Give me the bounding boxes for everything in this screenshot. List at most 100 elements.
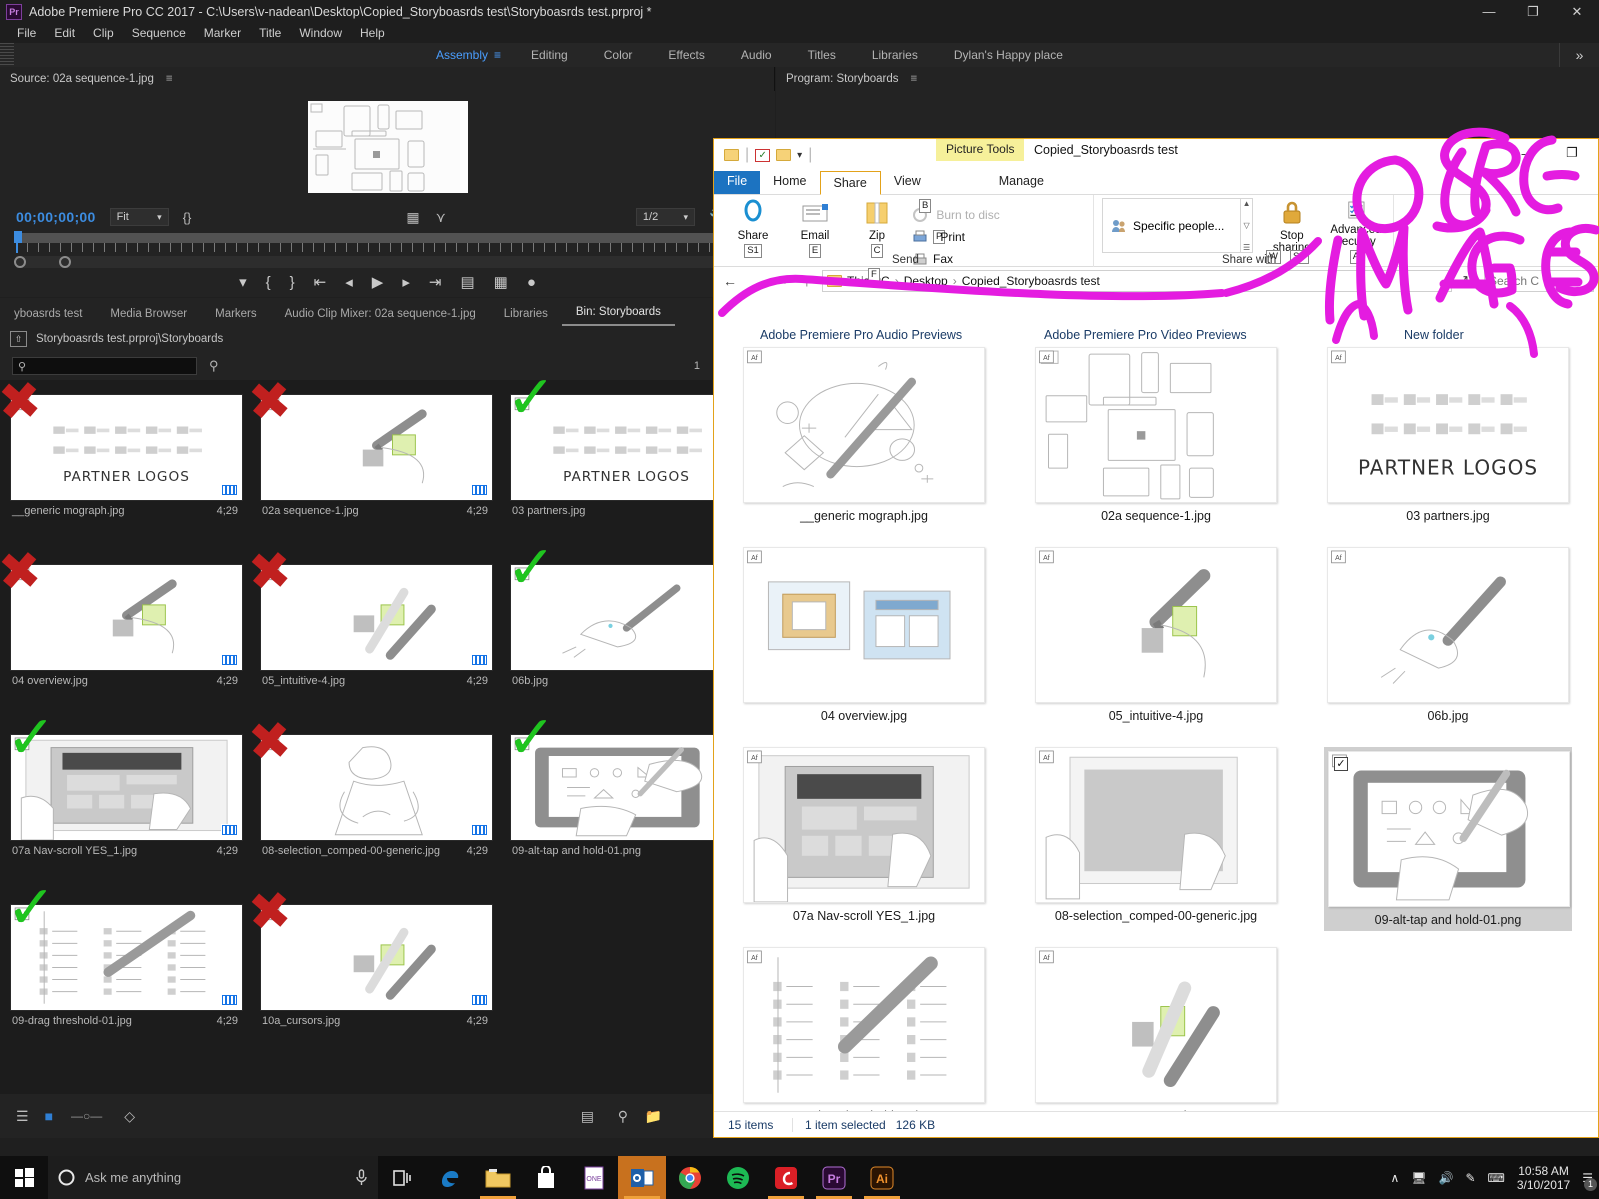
- share-with-listbox[interactable]: Specific people...: [1102, 198, 1242, 253]
- explorer-maximize-button[interactable]: ❐: [1550, 139, 1594, 167]
- task-view-icon[interactable]: [378, 1156, 426, 1199]
- tab-bin-storyboards[interactable]: Bin: Storyboards: [561, 306, 675, 326]
- share-with-scrollbar[interactable]: ▲ ▽ ☰: [1241, 198, 1253, 253]
- chrome-icon[interactable]: [666, 1156, 714, 1199]
- tab-media-browser[interactable]: Media Browser: [96, 308, 201, 326]
- mark-out-icon[interactable]: }: [290, 274, 295, 291]
- bin-thumbnail-image[interactable]: PARTNER LOGOS Af: [10, 394, 243, 501]
- tab-project[interactable]: yboasrds test: [0, 308, 96, 326]
- microphone-icon[interactable]: [355, 1169, 368, 1186]
- list-view-icon[interactable]: ☰: [16, 1108, 29, 1125]
- workspace-libraries[interactable]: Libraries: [854, 48, 936, 62]
- overwrite-icon[interactable]: ▦: [494, 273, 508, 291]
- bin-up-folder-icon[interactable]: ⇧: [10, 331, 27, 347]
- ribbon-tab-home[interactable]: Home: [760, 170, 819, 194]
- insert-icon[interactable]: ▤: [460, 273, 474, 291]
- bin-thumbnail-item[interactable]: Af 07a Nav-scroll YES_1.jpg 4;29 ✓: [6, 708, 243, 863]
- pen-icon[interactable]: ✎: [1465, 1171, 1475, 1185]
- go-to-out-icon[interactable]: ⇥: [429, 273, 442, 291]
- mark-in-icon[interactable]: {: [266, 274, 271, 291]
- explorer-file-thumbnail[interactable]: PARTNER LOGOS Af: [1327, 347, 1569, 503]
- add-marker-icon[interactable]: ▾: [239, 273, 247, 291]
- workspace-dylans-happy-place[interactable]: Dylan's Happy place: [936, 48, 1081, 62]
- new-bin-icon[interactable]: 📁: [645, 1108, 662, 1125]
- ribbon-tab-manage[interactable]: Manage: [986, 170, 1057, 194]
- onenote-icon[interactable]: ONE: [570, 1156, 618, 1199]
- keyboard-icon[interactable]: ⌨: [1488, 1171, 1505, 1185]
- email-button[interactable]: Email E: [784, 198, 846, 264]
- premiere-close-button[interactable]: ✕: [1555, 4, 1599, 20]
- bin-thumbnail-image[interactable]: Af: [10, 564, 243, 671]
- sort-icon[interactable]: ◇: [124, 1108, 135, 1125]
- explorer-file-tile[interactable]: ✓ Af 09-alt-tap and hold-01.png: [1324, 747, 1572, 931]
- bin-thumbnail-item[interactable]: Af 10a_cursors.jpg 4;29 ✖: [246, 881, 493, 1033]
- illustrator-icon[interactable]: Ai: [858, 1156, 906, 1199]
- forward-button[interactable]: →: [748, 273, 772, 289]
- explorer-file-thumbnail[interactable]: Af: [1327, 547, 1569, 703]
- back-button[interactable]: ←: [718, 273, 742, 289]
- menu-sequence[interactable]: Sequence: [123, 26, 195, 40]
- in-out-duration-icon[interactable]: {}: [183, 210, 192, 225]
- explorer-file-tile[interactable]: Af 04 overview.jpg: [740, 547, 988, 723]
- customize-qat-chevron-icon[interactable]: ▾: [797, 150, 802, 161]
- properties-icon[interactable]: ✓: [755, 148, 771, 162]
- source-panel-menu-icon[interactable]: ≡: [166, 73, 173, 85]
- explorer-file-thumbnail[interactable]: Af: [1035, 347, 1277, 503]
- explorer-file-tile[interactable]: Af 05_intuitive-4.jpg: [1032, 547, 1280, 723]
- settings-wrench-icon-left[interactable]: ⋎: [436, 209, 446, 226]
- play-icon[interactable]: ▶: [372, 273, 384, 291]
- workspace-editing[interactable]: Editing: [513, 48, 586, 62]
- scroll-up-icon[interactable]: ▲: [1243, 199, 1251, 208]
- refresh-button[interactable]: ↻: [1458, 273, 1478, 289]
- ribbon-tab-share[interactable]: Share: [819, 171, 881, 195]
- scroll-more-icon[interactable]: ☰: [1243, 243, 1250, 252]
- source-monitor-tab[interactable]: Source: 02a sequence-1.jpg: [10, 73, 154, 85]
- bin-thumbnail-item[interactable]: Af 09-drag threshold-01.jpg 4;29 ✓: [6, 878, 243, 1033]
- tab-markers[interactable]: Markers: [201, 308, 271, 326]
- up-button[interactable]: ↑: [798, 273, 816, 289]
- bin-filter-icon[interactable]: ⚲: [209, 358, 219, 374]
- explorer-file-tile[interactable]: Af __generic mograph.jpg: [740, 347, 988, 523]
- workspace-audio[interactable]: Audio: [723, 48, 790, 62]
- bin-thumbnail-image[interactable]: Af: [510, 734, 743, 841]
- tab-audio-clip-mixer[interactable]: Audio Clip Mixer: 02a sequence-1.jpg: [271, 308, 490, 326]
- explorer-file-thumbnail[interactable]: Af: [743, 747, 985, 903]
- bin-thumbnail-image[interactable]: Af: [10, 904, 243, 1011]
- source-scrubber[interactable]: [0, 231, 775, 271]
- explorer-file-thumbnail[interactable]: Af: [743, 347, 985, 503]
- workspace-grip-icon[interactable]: [0, 43, 14, 67]
- premiere-minimize-button[interactable]: —: [1467, 4, 1511, 19]
- bin-thumbnail-item[interactable]: Af 05_intuitive-4.jpg 4;29 ✖: [246, 541, 493, 693]
- bin-thumbnail-item[interactable]: Af 06b.jpg ✓: [506, 538, 743, 693]
- bin-thumbnail-image[interactable]: Af: [260, 734, 493, 841]
- explorer-file-tile[interactable]: Af 06b.jpg: [1324, 547, 1572, 723]
- explorer-file-tile[interactable]: Af 07a Nav-scroll YES_1.jpg: [740, 747, 988, 923]
- bin-thumbnail-item[interactable]: PARTNER LOGOS Af 03 partners.jpg ✓: [506, 368, 743, 523]
- share-button[interactable]: Share S1: [722, 198, 784, 264]
- burn-to-disc-item[interactable]: B Burn to disc: [912, 199, 1000, 226]
- store-icon[interactable]: [522, 1156, 570, 1199]
- freeform-view-icon[interactable]: ▤: [581, 1108, 594, 1125]
- ribbon-tab-view[interactable]: View: [881, 170, 934, 194]
- step-back-icon[interactable]: ◂: [345, 273, 353, 291]
- explorer-file-thumbnail[interactable]: Af: [1035, 947, 1277, 1103]
- bin-thumbnail-image[interactable]: PARTNER LOGOS Af: [510, 394, 743, 501]
- edge-icon[interactable]: [426, 1156, 474, 1199]
- volume-icon[interactable]: 🔊: [1439, 1171, 1454, 1185]
- go-to-in-icon[interactable]: ⇤: [314, 273, 327, 291]
- bin-thumbnail-item[interactable]: PARTNER LOGOS Af __generic mograph.jpg 4…: [0, 371, 243, 523]
- bin-thumbnail-image[interactable]: Af: [510, 564, 743, 671]
- cortana-search-box[interactable]: Ask me anything: [48, 1156, 378, 1199]
- address-dropdown-icon[interactable]: ⌄: [1439, 276, 1447, 287]
- explorer-search-input[interactable]: Search C: [1484, 270, 1594, 292]
- ribbon-tab-file[interactable]: File: [714, 170, 761, 194]
- scrub-track[interactable]: [16, 233, 761, 243]
- explorer-file-tile[interactable]: Af 10a_cursors.jpg: [1032, 947, 1280, 1113]
- bin-thumbnail-item[interactable]: Af 02a sequence-1.jpg 4;29 ✖: [246, 371, 493, 523]
- file-explorer-icon[interactable]: [474, 1156, 522, 1199]
- clock[interactable]: 10:58 AM 3/10/2017: [1517, 1164, 1570, 1192]
- tab-libraries[interactable]: Libraries: [490, 308, 562, 326]
- workspace-assembly[interactable]: Assembly: [418, 48, 492, 62]
- bin-thumbnail-image[interactable]: Af: [260, 904, 493, 1011]
- premiere-icon[interactable]: Pr: [810, 1156, 858, 1199]
